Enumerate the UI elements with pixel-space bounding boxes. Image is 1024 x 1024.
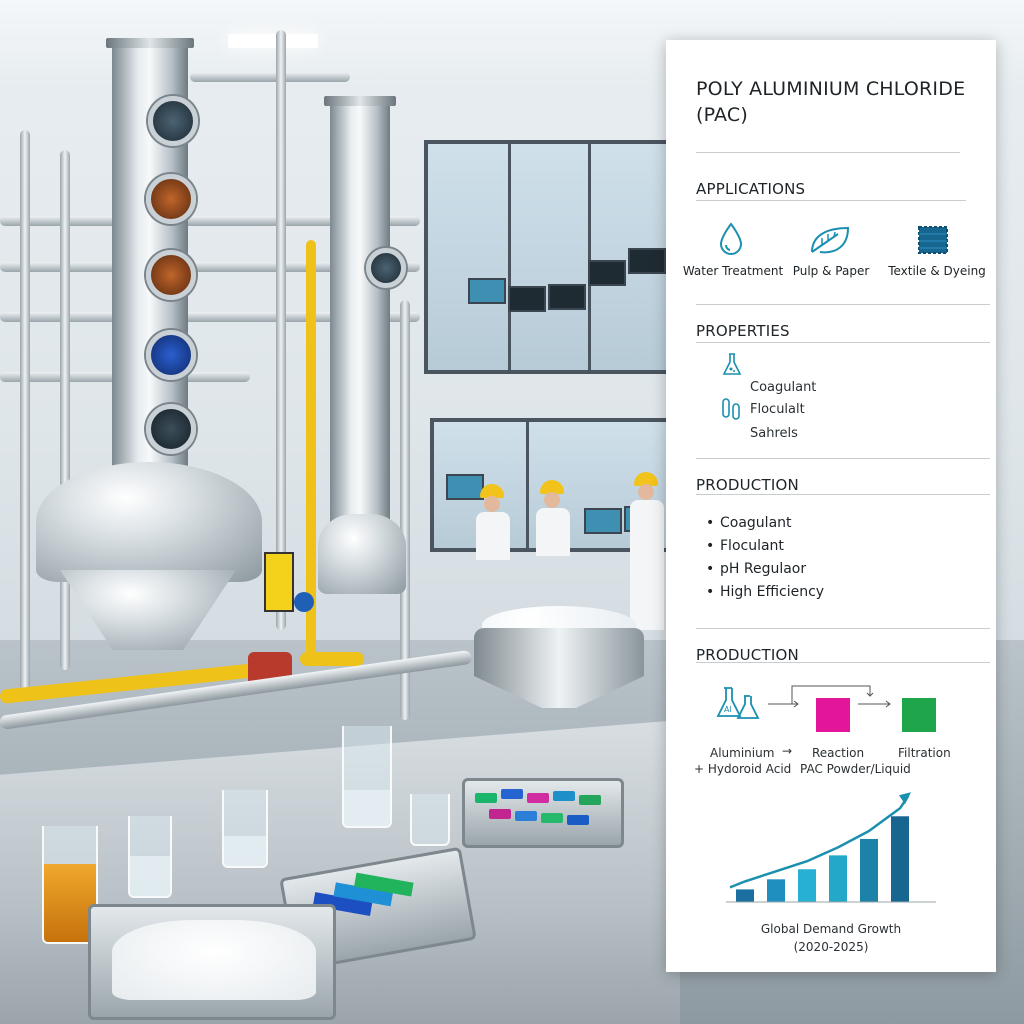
reaction-box	[816, 698, 850, 732]
panel-title: POLY ALUMINIUM CHLORIDE (PAC)	[696, 78, 966, 126]
sight-glass	[146, 174, 196, 224]
divider	[696, 342, 990, 343]
application-label-water-treatment: Water Treatment	[682, 264, 784, 278]
application-label-textile-dyeing: Textile & Dyeing	[888, 264, 986, 278]
ceiling-light	[228, 34, 318, 48]
sight-glass	[366, 248, 406, 288]
fabric-swatch-icon	[918, 226, 948, 254]
sample-tray	[462, 778, 624, 848]
leaf-icon	[811, 226, 850, 254]
chart-bar	[767, 879, 785, 902]
warning-sign	[264, 552, 294, 612]
beaker	[410, 794, 450, 846]
divider	[696, 628, 990, 629]
sight-glass	[148, 96, 198, 146]
white-powder	[112, 920, 316, 1000]
secondary-column	[330, 96, 390, 526]
beaker	[222, 790, 268, 868]
property-floculant: Floculalt	[750, 402, 805, 417]
divider	[696, 458, 990, 459]
pipe	[400, 300, 410, 720]
flow-label-arrow: →	[782, 744, 793, 758]
divider	[696, 200, 966, 201]
info-panel: POLY ALUMINIUM CHLORIDE (PAC) APPLICATIO…	[666, 40, 996, 972]
yellow-gas-pipe	[300, 652, 364, 666]
pipe	[190, 72, 350, 82]
chart-title: Global Demand Growth	[760, 922, 902, 936]
chart-bar	[860, 838, 878, 902]
trend-line	[729, 795, 910, 889]
divider	[696, 304, 990, 305]
applications-heading: APPLICATIONS	[696, 180, 806, 198]
flow-label-pac-product: PAC Powder/Liquid	[800, 762, 911, 776]
list-item: Coagulant	[706, 512, 824, 535]
flow-label-acid: + Hydoroid Acid	[694, 762, 792, 776]
flask-pair-icon: Al	[716, 687, 760, 719]
property-sahrels: Sahrels	[750, 426, 798, 441]
flask-icon	[722, 353, 742, 375]
demand-growth-chart	[726, 792, 936, 903]
flow-label-aluminium: Aluminium	[710, 746, 775, 760]
flow-label-reaction: Reaction	[812, 746, 865, 760]
chart-bar	[736, 889, 754, 902]
application-label-pulp-paper: Pulp & Paper	[792, 264, 870, 278]
production-list: Coagulant Floculant pH Regulaor High Eff…	[706, 512, 824, 604]
pipe	[20, 130, 30, 690]
blue-valve	[294, 592, 314, 612]
test-tubes-icon	[722, 398, 740, 420]
list-item: pH Regulaor	[706, 558, 824, 581]
beaker	[342, 726, 392, 828]
list-item: Floculant	[706, 535, 824, 558]
chart-bar	[891, 816, 909, 902]
property-coagulant: Coagulant	[750, 380, 817, 395]
column-flange	[106, 38, 194, 48]
sight-glass	[146, 330, 196, 380]
trend-arrow-head	[899, 792, 911, 805]
chart-subtitle: (2020-2025)	[793, 940, 869, 954]
sight-glass	[146, 404, 196, 454]
chart-bar	[829, 855, 847, 902]
list-item: High Efficiency	[706, 581, 824, 604]
pipe	[60, 150, 70, 670]
column-flange	[324, 96, 396, 106]
divider	[696, 494, 990, 495]
divider	[696, 152, 960, 153]
reactor-vessel	[36, 462, 262, 582]
properties-heading: PROPERTIES	[696, 322, 790, 340]
beaker	[128, 816, 172, 898]
chart-bar	[798, 869, 816, 902]
upper-control-room-window	[424, 140, 676, 374]
water-drop-icon	[719, 222, 743, 255]
pipe	[276, 30, 286, 630]
divider	[696, 662, 990, 663]
filtration-box	[902, 698, 936, 732]
flow-label-filtration: Filtration	[898, 746, 951, 760]
production-heading: PRODUCTION	[696, 476, 799, 494]
svg-text:Al: Al	[724, 705, 732, 714]
secondary-vessel	[318, 514, 406, 594]
sight-glass	[146, 250, 196, 300]
